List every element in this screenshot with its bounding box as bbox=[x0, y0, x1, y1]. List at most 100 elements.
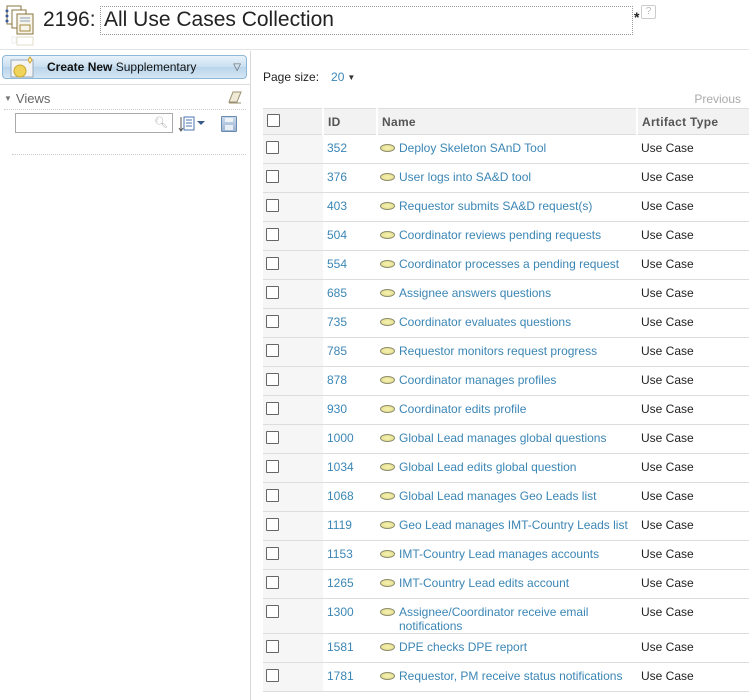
select-all-checkbox[interactable] bbox=[267, 113, 280, 127]
artifact-name-link[interactable]: Requestor, PM receive status notificatio… bbox=[399, 669, 622, 683]
id-cell: 1000 bbox=[323, 424, 377, 454]
artifact-name-link[interactable]: Requestor submits SA&D request(s) bbox=[399, 199, 592, 213]
row-select-cell bbox=[263, 482, 323, 512]
collapse-triangle-icon[interactable]: ▼ bbox=[4, 94, 12, 103]
views-label: Views bbox=[15, 90, 51, 106]
views-search-input[interactable] bbox=[16, 114, 151, 132]
help-icon[interactable]: ? bbox=[641, 5, 656, 19]
table-row: 352 Deploy Skeleton SAnD Tool Use Case bbox=[263, 134, 749, 164]
name-cell: Assignee answers questions bbox=[377, 279, 637, 309]
row-checkbox[interactable] bbox=[266, 460, 279, 473]
row-select-cell bbox=[263, 662, 323, 692]
create-new-button[interactable]: Create New Supplementary ▽ bbox=[2, 55, 247, 79]
artifact-id-link[interactable]: 930 bbox=[327, 402, 347, 416]
chevron-down-icon[interactable]: ▽ bbox=[233, 62, 241, 73]
row-checkbox[interactable] bbox=[266, 402, 279, 415]
artifact-name-link[interactable]: User logs into SA&D tool bbox=[399, 170, 531, 184]
column-header-artifact-type[interactable]: Artifact Type bbox=[636, 108, 749, 135]
artifact-name-link[interactable]: Coordinator edits profile bbox=[399, 402, 526, 416]
artifact-type-cell: Use Case bbox=[637, 163, 749, 193]
artifact-name-link[interactable]: Coordinator reviews pending requests bbox=[399, 228, 601, 242]
name-cell: Global Lead edits global question bbox=[377, 453, 637, 483]
artifact-name-link[interactable]: Global Lead manages Geo Leads list bbox=[399, 489, 596, 503]
title-field[interactable]: All Use Cases Collection bbox=[100, 6, 633, 35]
eraser-icon[interactable] bbox=[228, 90, 242, 104]
save-view-icon[interactable] bbox=[221, 116, 237, 132]
artifact-id-link[interactable]: 1265 bbox=[327, 576, 354, 590]
artifact-id-link[interactable]: 554 bbox=[327, 257, 347, 271]
table-row: 1153 IMT-Country Lead manages accounts Use… bbox=[263, 540, 749, 570]
artifact-id-link[interactable]: 1034 bbox=[327, 460, 354, 474]
use-case-icon bbox=[380, 405, 395, 413]
artifact-name-link[interactable]: Geo Lead manages IMT-Country Leads list bbox=[399, 518, 628, 532]
name-cell: IMT-Country Lead manages accounts bbox=[377, 540, 637, 570]
artifact-name-link[interactable]: DPE checks DPE report bbox=[399, 640, 527, 654]
table-row: 376 User logs into SA&D tool Use Case bbox=[263, 163, 749, 193]
row-checkbox[interactable] bbox=[266, 199, 279, 212]
row-checkbox[interactable] bbox=[266, 257, 279, 270]
row-checkbox[interactable] bbox=[266, 315, 279, 328]
name-cell: Coordinator edits profile bbox=[377, 395, 637, 425]
artifact-id-link[interactable]: 403 bbox=[327, 199, 347, 213]
artifact-id-link[interactable]: 1068 bbox=[327, 489, 354, 503]
row-checkbox[interactable] bbox=[266, 141, 279, 154]
artifact-name-link[interactable]: Coordinator manages profiles bbox=[399, 373, 556, 387]
row-checkbox[interactable] bbox=[266, 640, 279, 653]
row-checkbox[interactable] bbox=[266, 489, 279, 502]
row-checkbox[interactable] bbox=[266, 669, 279, 682]
sort-icon[interactable] bbox=[178, 115, 208, 133]
artifact-id-link[interactable]: 504 bbox=[327, 228, 347, 242]
row-checkbox[interactable] bbox=[266, 605, 279, 618]
row-checkbox[interactable] bbox=[266, 518, 279, 531]
artifact-name-link[interactable]: Requestor monitors request progress bbox=[399, 344, 597, 358]
artifact-name-link[interactable]: Assignee/Coordinator receive email notif… bbox=[399, 605, 633, 633]
caret-down-icon[interactable]: ▼ bbox=[347, 73, 355, 82]
artifact-id-link[interactable]: 1000 bbox=[327, 431, 354, 445]
table-row: 735 Coordinator evaluates questions Use Ca… bbox=[263, 308, 749, 338]
column-header-name[interactable]: Name bbox=[376, 108, 637, 135]
column-header-id[interactable]: ID bbox=[322, 108, 377, 135]
row-checkbox[interactable] bbox=[266, 286, 279, 299]
row-select-cell bbox=[263, 134, 323, 164]
artifact-id-link[interactable]: 1153 bbox=[327, 547, 353, 561]
artifact-id-link[interactable]: 685 bbox=[327, 286, 347, 300]
artifact-name-link[interactable]: Global Lead edits global question bbox=[399, 460, 576, 474]
row-checkbox[interactable] bbox=[266, 547, 279, 560]
row-select-cell bbox=[263, 569, 323, 599]
use-case-icon bbox=[380, 550, 395, 558]
row-checkbox[interactable] bbox=[266, 228, 279, 241]
artifact-name-link[interactable]: IMT-Country Lead manages accounts bbox=[399, 547, 599, 561]
artifact-name-link[interactable]: Coordinator evaluates questions bbox=[399, 315, 571, 329]
row-checkbox[interactable] bbox=[266, 170, 279, 183]
artifact-id-link[interactable]: 735 bbox=[327, 315, 347, 329]
artifact-name-link[interactable]: Coordinator processes a pending request bbox=[399, 257, 619, 271]
artifact-id-link[interactable]: 376 bbox=[327, 170, 347, 184]
artifact-id-link[interactable]: 785 bbox=[327, 344, 347, 358]
artifact-id-link[interactable]: 352 bbox=[327, 141, 347, 155]
use-case-icon bbox=[380, 231, 395, 239]
search-icon[interactable]: 🔍︎ bbox=[154, 116, 168, 129]
use-case-icon bbox=[380, 144, 395, 152]
row-checkbox[interactable] bbox=[266, 431, 279, 444]
id-cell: 352 bbox=[323, 134, 377, 164]
artifact-name-link[interactable]: Assignee answers questions bbox=[399, 286, 551, 300]
artifact-id-link[interactable]: 1781 bbox=[327, 669, 354, 683]
artifact-name-link[interactable]: Deploy Skeleton SAnD Tool bbox=[399, 141, 546, 155]
views-section-header[interactable]: ▼ Views bbox=[4, 89, 246, 107]
row-checkbox[interactable] bbox=[266, 576, 279, 589]
id-cell: 376 bbox=[323, 163, 377, 193]
artifact-id-link[interactable]: 878 bbox=[327, 373, 347, 387]
artifact-name-link[interactable]: IMT-Country Lead edits account bbox=[399, 576, 569, 590]
row-checkbox[interactable] bbox=[266, 344, 279, 357]
row-checkbox[interactable] bbox=[266, 373, 279, 386]
artifact-type-cell: Use Case bbox=[637, 662, 749, 692]
artifact-id-link[interactable]: 1300 bbox=[327, 605, 354, 619]
views-search-box[interactable]: 🔍︎ bbox=[15, 113, 173, 133]
artifact-id-link[interactable]: 1581 bbox=[327, 640, 354, 654]
artifact-name-link[interactable]: Global Lead manages global questions bbox=[399, 431, 606, 445]
page-size-select[interactable]: 20 bbox=[331, 70, 344, 84]
id-cell: 1581 bbox=[323, 633, 377, 663]
row-select-cell bbox=[263, 598, 323, 634]
table-row: 878 Coordinator manages profiles Use Case bbox=[263, 366, 749, 396]
artifact-id-link[interactable]: 1119 bbox=[327, 518, 352, 532]
